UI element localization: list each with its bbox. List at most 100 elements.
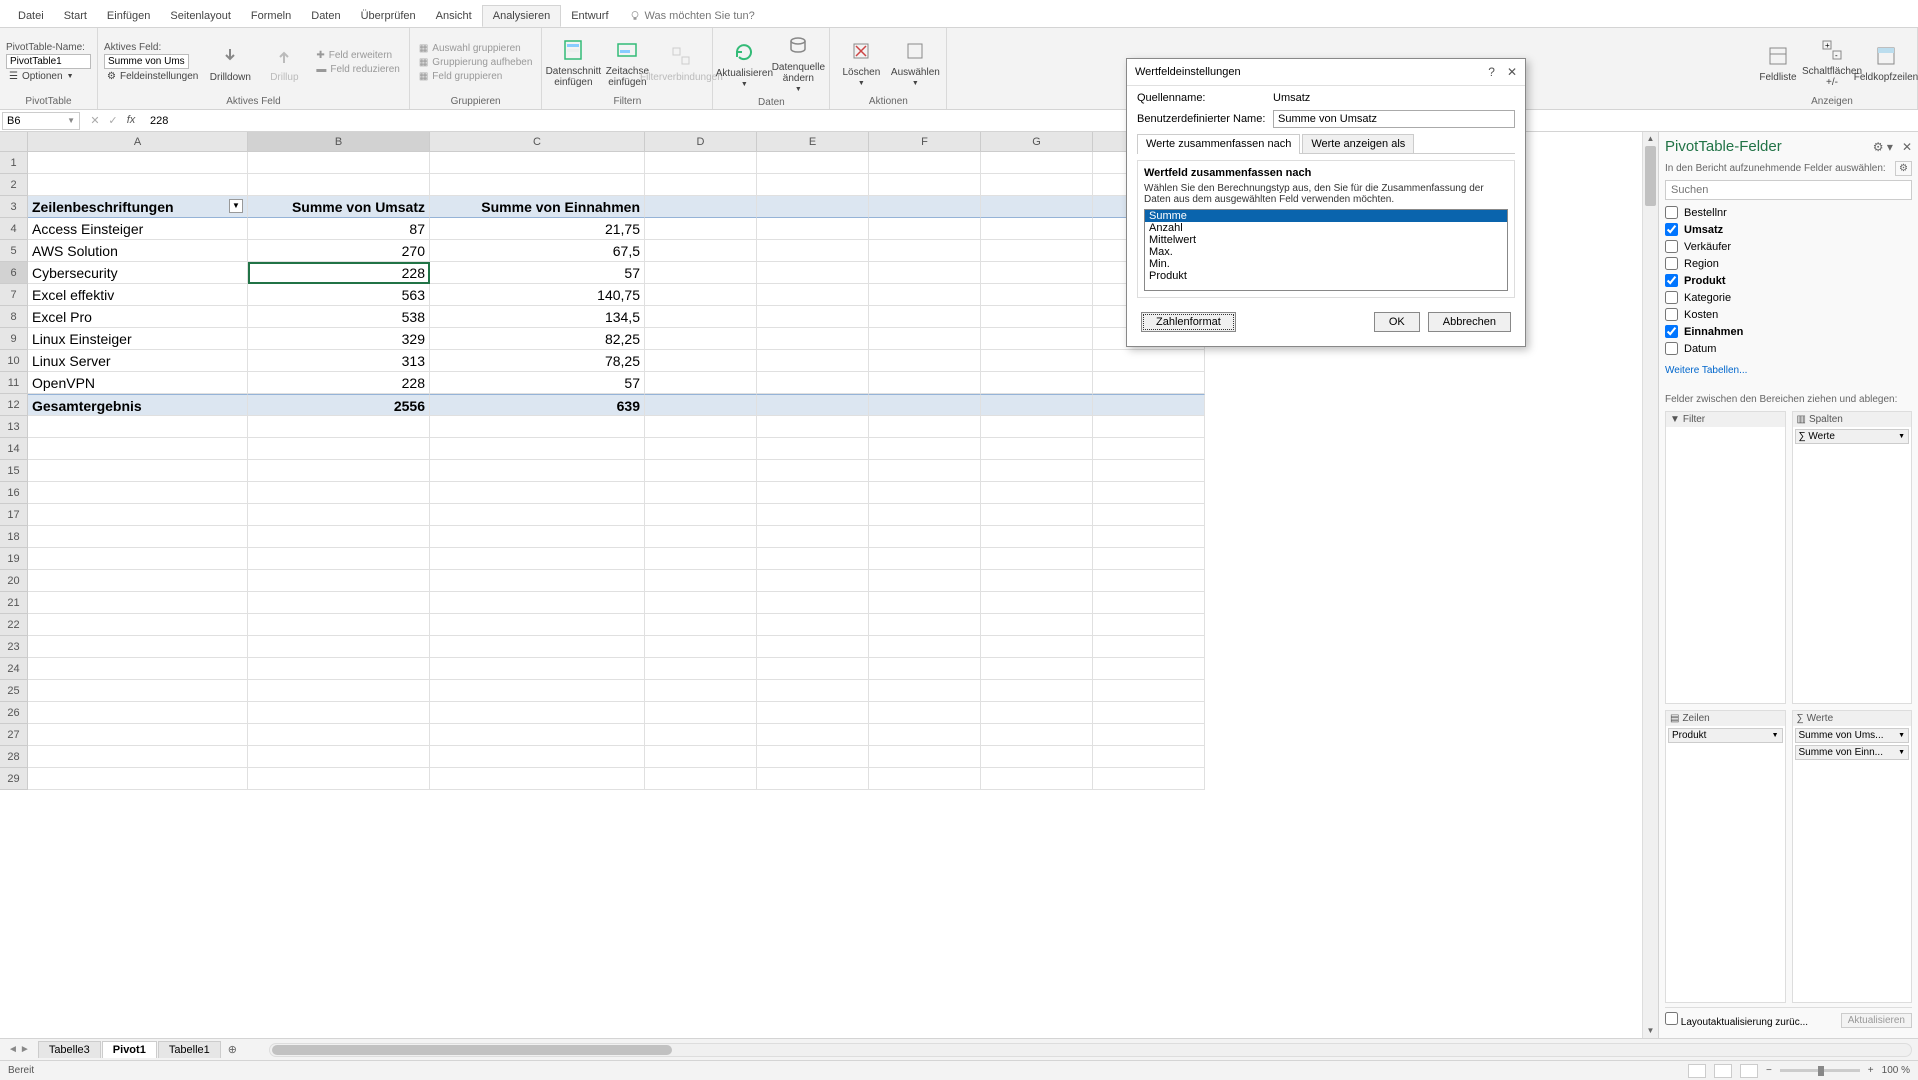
- cell-H28[interactable]: [1093, 746, 1205, 768]
- cell-F13[interactable]: [869, 416, 981, 438]
- cell-D17[interactable]: [645, 504, 757, 526]
- filter-connections-button[interactable]: Filterverbindungen: [656, 40, 706, 85]
- cell-A8[interactable]: Excel Pro: [28, 306, 248, 328]
- cell-E11[interactable]: [757, 372, 869, 394]
- cell-E9[interactable]: [757, 328, 869, 350]
- cell-F27[interactable]: [869, 724, 981, 746]
- cell-E7[interactable]: [757, 284, 869, 306]
- cell-C17[interactable]: [430, 504, 645, 526]
- cell-E18[interactable]: [757, 526, 869, 548]
- cell-C9[interactable]: 82,25: [430, 328, 645, 350]
- cell-A15[interactable]: [28, 460, 248, 482]
- cell-H24[interactable]: [1093, 658, 1205, 680]
- area-filter[interactable]: ▼Filter: [1665, 411, 1786, 704]
- sheet-tab-pivot1[interactable]: Pivot1: [102, 1041, 157, 1058]
- cell-C14[interactable]: [430, 438, 645, 460]
- row-header-21[interactable]: 21: [0, 592, 28, 614]
- cell-D20[interactable]: [645, 570, 757, 592]
- cell-D6[interactable]: [645, 262, 757, 284]
- tab-formeln[interactable]: Formeln: [241, 6, 301, 26]
- cell-B19[interactable]: [248, 548, 430, 570]
- cell-H15[interactable]: [1093, 460, 1205, 482]
- field-checkbox-einnahmen[interactable]: [1665, 325, 1678, 338]
- cell-F23[interactable]: [869, 636, 981, 658]
- calc-option-max[interactable]: Max.: [1145, 246, 1507, 258]
- field-item-region[interactable]: Region: [1665, 255, 1912, 272]
- cell-F24[interactable]: [869, 658, 981, 680]
- cell-A5[interactable]: AWS Solution: [28, 240, 248, 262]
- cell-D4[interactable]: [645, 218, 757, 240]
- add-sheet-button[interactable]: ⊕: [222, 1041, 243, 1058]
- cell-A20[interactable]: [28, 570, 248, 592]
- cell-B17[interactable]: [248, 504, 430, 526]
- zoom-value[interactable]: 100 %: [1882, 1065, 1910, 1076]
- cell-H11[interactable]: [1093, 372, 1205, 394]
- cell-F28[interactable]: [869, 746, 981, 768]
- row-header-19[interactable]: 19: [0, 548, 28, 570]
- calc-option-produkt[interactable]: Produkt: [1145, 270, 1507, 282]
- cell-B4[interactable]: 87: [248, 218, 430, 240]
- cell-G15[interactable]: [981, 460, 1093, 482]
- row-header-5[interactable]: 5: [0, 240, 28, 262]
- cell-F6[interactable]: [869, 262, 981, 284]
- sheet-tab-tabelle3[interactable]: Tabelle3: [38, 1041, 101, 1058]
- cell-G13[interactable]: [981, 416, 1093, 438]
- row-header-8[interactable]: 8: [0, 306, 28, 328]
- view-normal-button[interactable]: [1688, 1064, 1706, 1078]
- cell-G11[interactable]: [981, 372, 1093, 394]
- change-source-button[interactable]: Datenquelle ändern▼: [773, 30, 823, 95]
- cell-D24[interactable]: [645, 658, 757, 680]
- cell-B9[interactable]: 329: [248, 328, 430, 350]
- cell-F4[interactable]: [869, 218, 981, 240]
- cell-C4[interactable]: 21,75: [430, 218, 645, 240]
- cell-C19[interactable]: [430, 548, 645, 570]
- field-checkbox-produkt[interactable]: [1665, 274, 1678, 287]
- cell-G1[interactable]: [981, 152, 1093, 174]
- cell-D1[interactable]: [645, 152, 757, 174]
- cell-E25[interactable]: [757, 680, 869, 702]
- cell-G27[interactable]: [981, 724, 1093, 746]
- cell-E24[interactable]: [757, 658, 869, 680]
- name-box-dropdown-icon[interactable]: ▼: [67, 116, 75, 125]
- row-header-25[interactable]: 25: [0, 680, 28, 702]
- cell-C18[interactable]: [430, 526, 645, 548]
- sheet-tab-tabelle1[interactable]: Tabelle1: [158, 1041, 221, 1058]
- cell-B10[interactable]: 313: [248, 350, 430, 372]
- cell-G9[interactable]: [981, 328, 1093, 350]
- cell-D25[interactable]: [645, 680, 757, 702]
- cell-G28[interactable]: [981, 746, 1093, 768]
- col-header-A[interactable]: A: [28, 132, 248, 152]
- cell-H18[interactable]: [1093, 526, 1205, 548]
- cell-G12[interactable]: [981, 394, 1093, 416]
- cell-F17[interactable]: [869, 504, 981, 526]
- row-header-27[interactable]: 27: [0, 724, 28, 746]
- sheet-nav-first-icon[interactable]: ◄: [8, 1044, 18, 1055]
- calc-option-anzahl[interactable]: Anzahl: [1145, 222, 1507, 234]
- cell-H29[interactable]: [1093, 768, 1205, 790]
- cell-G2[interactable]: [981, 174, 1093, 196]
- cell-D22[interactable]: [645, 614, 757, 636]
- cell-D3[interactable]: [645, 196, 757, 218]
- calculation-type-list[interactable]: SummeAnzahlMittelwertMax.Min.Produkt: [1144, 209, 1508, 291]
- cell-B27[interactable]: [248, 724, 430, 746]
- cell-A7[interactable]: Excel effektiv: [28, 284, 248, 306]
- view-page-break-button[interactable]: [1740, 1064, 1758, 1078]
- vertical-scrollbar[interactable]: ▲ ▼: [1642, 132, 1658, 1038]
- cell-B11[interactable]: 228: [248, 372, 430, 394]
- cell-C10[interactable]: 78,25: [430, 350, 645, 372]
- cell-A3[interactable]: Zeilenbeschriftungen▼: [28, 196, 248, 218]
- cell-C8[interactable]: 134,5: [430, 306, 645, 328]
- cell-G18[interactable]: [981, 526, 1093, 548]
- cell-D23[interactable]: [645, 636, 757, 658]
- row-header-4[interactable]: 4: [0, 218, 28, 240]
- dialog-close-button[interactable]: ✕: [1507, 65, 1517, 79]
- cell-F29[interactable]: [869, 768, 981, 790]
- active-field-input[interactable]: [104, 54, 189, 69]
- cell-C24[interactable]: [430, 658, 645, 680]
- cell-E19[interactable]: [757, 548, 869, 570]
- cell-D8[interactable]: [645, 306, 757, 328]
- area-rows[interactable]: ▤Zeilen Produkt▼: [1665, 710, 1786, 1003]
- cell-D19[interactable]: [645, 548, 757, 570]
- cell-B2[interactable]: [248, 174, 430, 196]
- cell-B29[interactable]: [248, 768, 430, 790]
